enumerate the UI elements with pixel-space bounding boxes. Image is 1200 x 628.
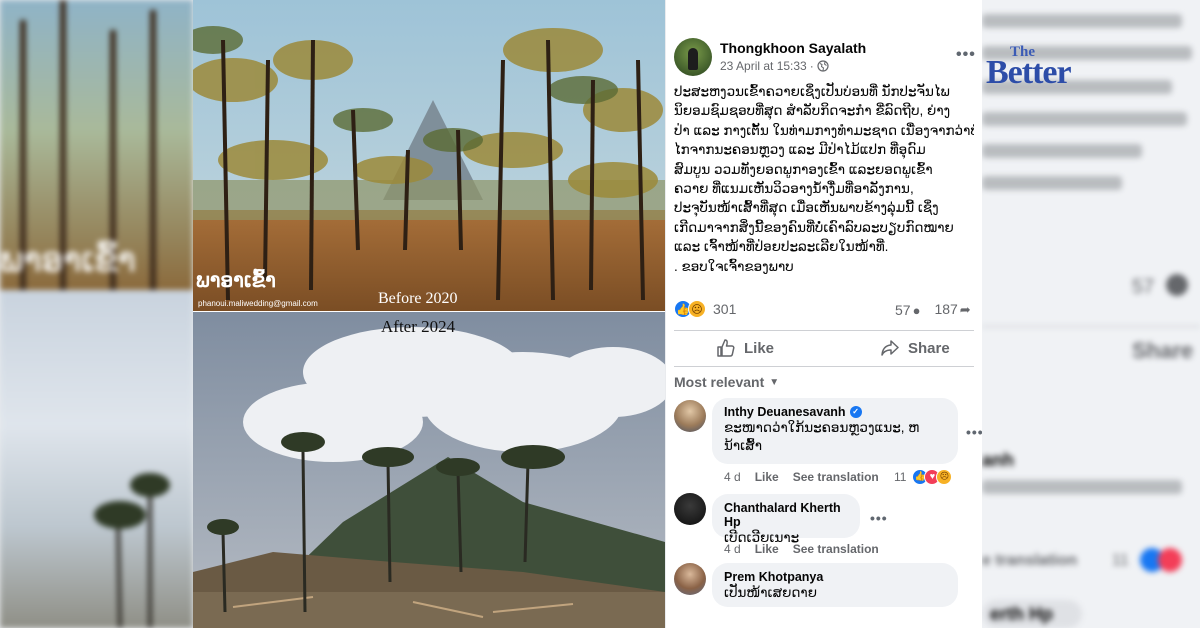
post-meta: 23 April at 15:33 · [720, 59, 829, 73]
comment-bubble: Chanthalard Kherth Hp ເບີດເວີຍເນາະ [712, 494, 860, 545]
post-line: ປະສະຫງວນເຂົ້າຄວາຍເຊິ່ງເປັນບ່ອນທີ່ ນັກປະຈ… [674, 84, 950, 99]
comment-meta: 4 d Like See translation [724, 470, 879, 484]
comment-like-button[interactable]: Like [755, 470, 779, 484]
blurred-sky-photo [0, 290, 193, 628]
comment-meta: 4 d Like See translation [724, 542, 879, 556]
share-icon [881, 340, 899, 356]
sad-reaction-icon: ☹ [936, 469, 953, 485]
screenshot-stage: ພາອາເຂົ້າ ພາອາເຂົ້າ phanoui.maliwedding@… [0, 0, 1200, 628]
globe-icon [817, 60, 829, 72]
like-button-label: Like [744, 339, 775, 357]
before-photo-pine-forest [193, 0, 665, 312]
like-button[interactable]: Like [716, 338, 774, 358]
comment-reactions[interactable]: 11 👍 ♥ ☹ [894, 469, 953, 485]
blurred-name2-fragment: erth Hp [990, 604, 1053, 624]
share-arrow-icon: ➦ [959, 302, 971, 317]
comment-text: ເປັນໜ້າເສຍດາຍ [724, 585, 817, 600]
post-line: ຄວາຍ ທີ່ແນມເຫັນວິວອາງນໍ້າງື່ມທີ່ອາລັງການ… [674, 181, 914, 197]
author-avatar[interactable] [674, 38, 712, 76]
blurred-background-right: 57 Share anh e translation 11 erth Hp [982, 0, 1200, 628]
comment-bubble: Inthy Deuanesavanh ✓ ຂະໜາດວ່າໃກ້ນະຄອນຫຼວ… [712, 398, 958, 464]
share-button-label: Share [908, 339, 950, 357]
share-count-link[interactable]: 187 ➦ [934, 301, 970, 318]
post-reactions-summary[interactable]: 👍 ☹ 301 [674, 300, 736, 318]
post-body-text: ປະສະຫງວນເຂົ້າຄວາຍເຊິ່ງເປັນບ່ອນທີ່ ນັກປະຈ… [674, 82, 974, 276]
see-translation-button[interactable]: See translation [793, 542, 879, 556]
post-author-name[interactable]: Thongkhoon Sayalath [720, 40, 866, 56]
blurred-translation: e translation [982, 552, 1078, 569]
commenter-avatar[interactable] [674, 400, 706, 432]
post-more-options-button[interactable]: ••• [956, 46, 976, 64]
post-line: ໄກຈາກນະຄອນຫຼວງ ແລະ ມີປ່າໄມ້ແປກ ທີ່ອຸດົມ [674, 142, 926, 158]
comment-sort-dropdown[interactable]: Most relevant ▼ [674, 374, 779, 390]
blurred-name-fragment: anh [982, 450, 1015, 470]
comment-text: ນ້າເສົ້າ [724, 438, 763, 453]
photo-watermark-lao: ພາອາເຂົ້າ [196, 270, 276, 292]
post-engagement-counts: 57 ● 187 ➦ [895, 301, 971, 318]
caption-after: After 2024 [381, 317, 456, 336]
caret-down-icon: ▼ [769, 376, 780, 388]
brand-word: Better [986, 54, 1072, 91]
blurred-share-label: Share [1132, 338, 1194, 363]
commenter-avatar[interactable] [674, 563, 706, 595]
photo-watermark-email: phanoui.maliwedding@gmail.com [198, 299, 318, 308]
sad-reaction-icon: ☹ [688, 300, 706, 318]
post-line: ສົມບູນ ວວມທັງຍອດພູກາອງເຂົ້າ ແລະຍອດພູເຂົ້… [674, 161, 933, 177]
post-line: ເກີດມາຈາກສິ່ງນີ້ຂອງຄົນທີ່ບໍ່ເຄົາລົບລະບຽບ… [674, 219, 954, 235]
share-button[interactable]: Share [880, 338, 950, 358]
divider [674, 330, 974, 331]
commenter-name[interactable]: Prem Khotpanya [724, 570, 823, 584]
comment-time[interactable]: 4 d [724, 470, 741, 484]
commenter-name[interactable]: Inthy Deuanesavanh [724, 405, 846, 419]
divider [674, 366, 974, 367]
verified-badge-icon: ✓ [849, 406, 862, 418]
comment-count-link[interactable]: 57 ● [895, 302, 920, 318]
commenter-avatar[interactable] [674, 493, 706, 525]
comment-sort-label: Most relevant [674, 374, 765, 390]
comment-like-button[interactable]: Like [755, 542, 779, 556]
blurred-count: 11 [1112, 552, 1129, 569]
post-line: ປ່າ ແລະ ກາງເຕັ້ນ ໃນທ່າມກາງທໍາມະຊາດ ເນື່ອ… [674, 122, 974, 138]
comment-icon: ● [912, 302, 921, 318]
blurred-background-left: ພາອາເຂົ້າ [0, 0, 193, 628]
after-photo-cleared-hill [193, 312, 665, 628]
caption-before: Before 2020 [378, 290, 458, 307]
post-line: ນິຍອມຊົມຊອບທີ່ສຸດ ສໍາລັບກິດຈະກໍາ ຂີ່ລົດຖ… [674, 103, 951, 119]
post-date[interactable]: 23 April at 15:33 [720, 59, 807, 73]
post-line: ປະຈຸບັນໜ້າເສົ້າທີ່ສຸດ ເມື່ອເຫັນພາບຂ້າງລຸ… [674, 200, 939, 216]
post-line: . ຂອບໃຈເຈົ້າຂອງພາບ [674, 258, 794, 274]
blurred-comment-count: 57 [1132, 276, 1155, 298]
post-line: ແລະ ເຈົ້າໜ້າທີ່ປ່ອຍປະລະເລີຍໃນໜ້າທີ່. [674, 239, 889, 255]
comment-bubble: Prem Khotpanya ເປັນໜ້າເສຍດາຍ [712, 563, 958, 607]
comment-reaction-count: 11 [894, 470, 907, 484]
reaction-count: 301 [713, 301, 737, 317]
see-translation-button[interactable]: See translation [793, 470, 879, 484]
comment-time[interactable]: 4 d [724, 542, 741, 556]
blurred-watermark-text: ພາອາເຂົ້າ [0, 241, 136, 279]
comment-text: ຂະໜາດວ່າໃກ້ນະຄອນຫຼວງແນະ, ຫ [724, 420, 920, 435]
thumbs-up-icon [717, 339, 735, 357]
commenter-name[interactable]: Chanthalard Kherth Hp [724, 501, 848, 529]
comment-more-options-button[interactable]: ••• [870, 510, 888, 526]
the-better-logo: The Better [986, 44, 1116, 94]
